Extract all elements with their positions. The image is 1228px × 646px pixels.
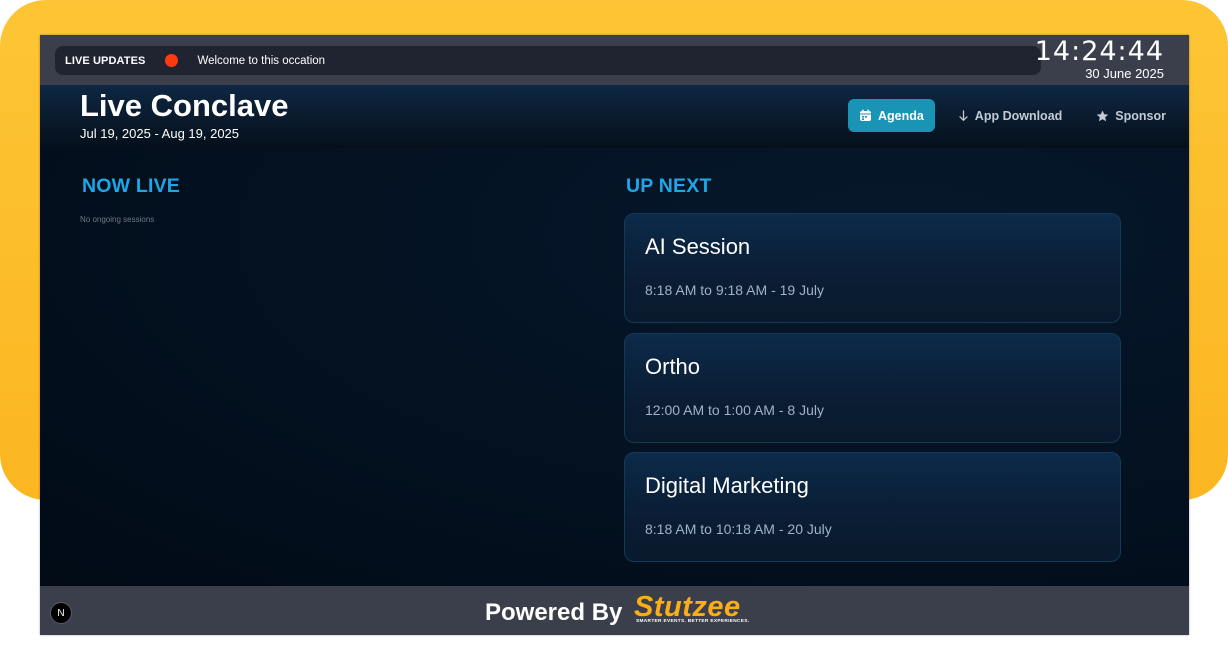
event-title: Live Conclave xyxy=(80,88,289,123)
session-time: 12:00 AM to 1:00 AM - 8 July xyxy=(645,402,824,418)
star-icon xyxy=(1096,110,1109,122)
agenda-label: Agenda xyxy=(877,108,924,123)
clock: 14:24:44 30 June 2025 xyxy=(1035,37,1164,81)
ticker-label: LIVE UPDATES xyxy=(65,54,146,67)
main-content: NOW LIVE No ongoing sessions UP NEXT AI … xyxy=(40,148,1189,586)
session-title: Digital Marketing xyxy=(645,473,809,498)
powered-by-label: Powered By xyxy=(485,599,623,626)
brand-logo: Stutzee SMARTER EVENTS. BETTER EXPERIENC… xyxy=(634,591,749,624)
clock-time: 14:24:44 xyxy=(1034,36,1164,67)
live-updates-ticker: LIVE UPDATES Welcome to this occation xyxy=(55,46,1041,75)
calendar-icon xyxy=(859,109,872,122)
up-next-title: UP NEXT xyxy=(626,175,712,197)
app-download-button[interactable]: App Download xyxy=(947,99,1074,132)
page-stage: LIVE UPDATES Welcome to this occation 14… xyxy=(0,0,1228,646)
clock-date: 30 June 2025 xyxy=(1085,66,1164,81)
session-time: 8:18 AM to 9:18 AM - 19 July xyxy=(645,282,824,298)
now-live-empty-message: No ongoing sessions xyxy=(80,215,155,224)
session-time: 8:18 AM to 10:18 AM - 20 July xyxy=(645,521,832,537)
display-screen: LIVE UPDATES Welcome to this occation 14… xyxy=(40,35,1189,635)
live-dot-icon xyxy=(165,54,179,67)
footer-bar: N Powered By Stutzee SMARTER EVENTS. BET… xyxy=(40,586,1189,635)
now-live-title: NOW LIVE xyxy=(82,175,181,197)
agenda-button[interactable]: Agenda xyxy=(847,99,935,132)
event-dates: Jul 19, 2025 - Aug 19, 2025 xyxy=(80,126,240,141)
arrow-down-icon xyxy=(958,109,969,122)
framework-badge-icon[interactable]: N xyxy=(50,602,72,624)
session-card[interactable]: Digital Marketing 8:18 AM to 10:18 AM - … xyxy=(624,452,1121,562)
session-card[interactable]: Ortho 12:00 AM to 1:00 AM - 8 July xyxy=(624,333,1121,443)
event-header: Live Conclave Jul 19, 2025 - Aug 19, 202… xyxy=(40,85,1189,148)
ticker-message: Welcome to this occation xyxy=(197,54,326,67)
sponsor-label: Sponsor xyxy=(1115,108,1166,123)
app-download-label: App Download xyxy=(974,108,1063,123)
session-card[interactable]: AI Session 8:18 AM to 9:18 AM - 19 July xyxy=(624,213,1121,323)
sponsor-button[interactable]: Sponsor xyxy=(1085,99,1177,132)
top-bar: LIVE UPDATES Welcome to this occation 14… xyxy=(40,35,1189,85)
session-title: AI Session xyxy=(645,234,751,259)
header-nav: Agenda App Download Sponsor xyxy=(847,99,1189,132)
brand-tagline: SMARTER EVENTS. BETTER EXPERIENCES. xyxy=(636,619,750,624)
session-title: Ortho xyxy=(645,354,701,379)
